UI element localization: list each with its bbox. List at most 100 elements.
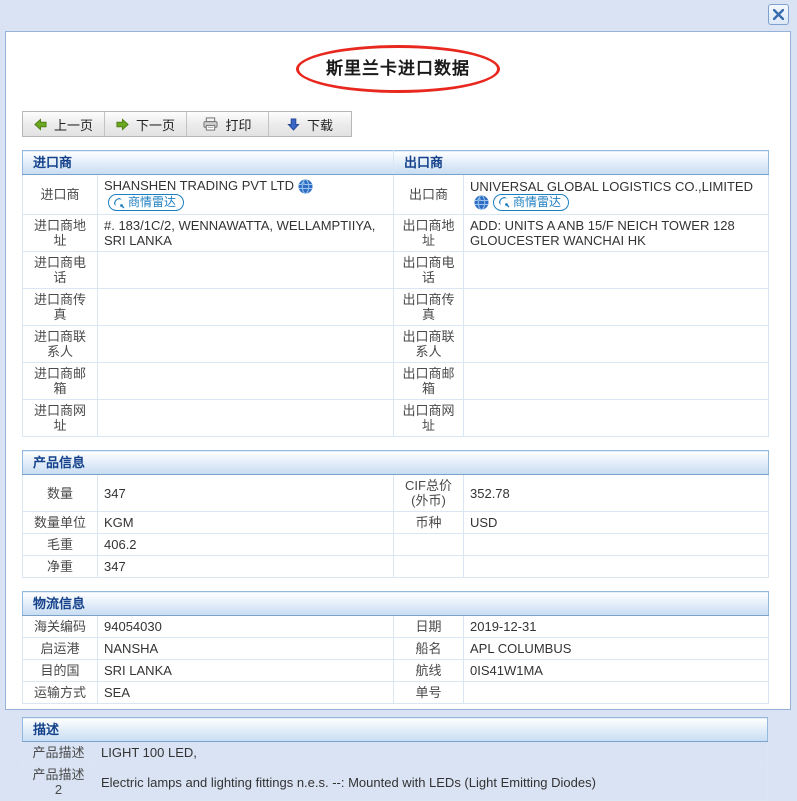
importer-fax bbox=[96, 288, 395, 327]
cif-total-value: 352.78 bbox=[462, 474, 770, 513]
importer-phone bbox=[96, 251, 395, 290]
description-section-header: 描述 bbox=[22, 717, 768, 743]
origin-port-label: 启运港 bbox=[22, 637, 98, 661]
radar-icon bbox=[114, 197, 125, 209]
route-value: 0IS41W1MA bbox=[462, 659, 770, 683]
exporter-name: UNIVERSAL GLOBAL LOGISTICS CO.,LIMITED bbox=[470, 178, 753, 194]
importer-contact bbox=[96, 325, 395, 364]
logistics-section-header: 物流信息 bbox=[22, 591, 769, 617]
route-label: 航线 bbox=[393, 659, 464, 683]
download-button[interactable]: 下载 bbox=[269, 112, 351, 136]
globe-icon[interactable] bbox=[474, 194, 489, 210]
bill-number-value bbox=[462, 681, 770, 705]
importer-name-cell: SHANSHEN TRADING PVT LTD 商情雷达 bbox=[96, 173, 395, 216]
toolbar: 上一页 下一页 打印 下载 bbox=[22, 111, 352, 137]
importer-address-label: 进口商地址 bbox=[22, 214, 98, 253]
date-value: 2019-12-31 bbox=[462, 615, 770, 639]
table-row: 净重 347 bbox=[22, 555, 770, 579]
exporter-phone-label: 出口商电话 bbox=[393, 251, 465, 290]
arrow-down-icon bbox=[287, 117, 300, 131]
importer-name: SHANSHEN TRADING PVT LTD bbox=[104, 178, 294, 193]
date-label: 日期 bbox=[393, 615, 464, 639]
detail-window: 斯里兰卡进口数据 上一页 下一页 打印 下载 进口商 出口商 进口商 SHANS… bbox=[5, 31, 791, 801]
printer-icon bbox=[203, 117, 218, 131]
table-row: 进口商网址 出口商网址 bbox=[22, 399, 770, 438]
product-info-table: 产品信息 数量 347 CIF总价(外币) 352.78 数量单位 KGM 币种… bbox=[22, 450, 770, 579]
radar-badge[interactable]: 商情雷达 bbox=[108, 194, 185, 212]
importer-phone-label: 进口商电话 bbox=[22, 251, 98, 290]
table-row: 产品描述 2 Electric lamps and lighting fitti… bbox=[22, 763, 768, 801]
gross-weight-label: 毛重 bbox=[22, 533, 98, 557]
print-label: 打印 bbox=[225, 117, 252, 133]
table-row: 进口商 SHANSHEN TRADING PVT LTD 商情雷达 出口商 UNI… bbox=[22, 173, 770, 216]
exporter-fax bbox=[463, 288, 770, 327]
prev-page-label: 上一页 bbox=[53, 117, 93, 133]
table-row: 进口商电话 出口商电话 bbox=[22, 251, 770, 290]
destination-country-value: SRI LANKA bbox=[97, 659, 394, 683]
arrow-left-icon bbox=[34, 117, 47, 131]
radar-badge-label: 商情雷达 bbox=[128, 195, 177, 210]
close-icon bbox=[773, 9, 784, 20]
exporter-name-label: 出口商 bbox=[393, 173, 465, 216]
print-button[interactable]: 打印 bbox=[187, 112, 269, 136]
radar-badge-label: 商情雷达 bbox=[513, 194, 562, 209]
hs-code-label: 海关编码 bbox=[22, 615, 98, 639]
hs-code-value: 94054030 bbox=[97, 615, 394, 639]
importer-section-header: 进口商 bbox=[22, 150, 394, 175]
radar-badge[interactable]: 商情雷达 bbox=[493, 193, 570, 211]
table-row: 进口商邮箱 出口商邮箱 bbox=[22, 362, 770, 401]
net-weight-label: 净重 bbox=[22, 555, 98, 579]
download-label: 下载 bbox=[306, 117, 333, 133]
next-page-label: 下一页 bbox=[135, 117, 175, 133]
vessel-value: APL COLUMBUS bbox=[462, 637, 770, 661]
close-button[interactable] bbox=[768, 4, 789, 25]
exporter-fax-label: 出口商传真 bbox=[393, 288, 465, 327]
quantity-unit-label: 数量单位 bbox=[22, 511, 98, 535]
prev-page-button[interactable]: 上一页 bbox=[23, 112, 105, 136]
exporter-contact-label: 出口商联系人 bbox=[393, 325, 465, 364]
logistics-table: 物流信息 海关编码 94054030 日期 2019-12-31 启运港 NAN… bbox=[22, 591, 770, 705]
table-row: 运输方式 SEA 单号 bbox=[22, 681, 770, 705]
empty-value bbox=[462, 533, 770, 557]
globe-icon[interactable] bbox=[298, 179, 313, 195]
exporter-website bbox=[463, 399, 770, 438]
origin-port-value: NANSHA bbox=[97, 637, 394, 661]
empty-label bbox=[393, 533, 464, 557]
quantity-unit-value: KGM bbox=[97, 511, 394, 535]
quantity-label: 数量 bbox=[22, 474, 98, 513]
table-row: 数量 347 CIF总价(外币) 352.78 bbox=[22, 474, 770, 513]
table-row: 产品描述 LIGHT 100 LED, bbox=[22, 741, 768, 765]
page-title: 斯里兰卡进口数据 bbox=[296, 45, 500, 93]
product-section-header: 产品信息 bbox=[22, 450, 769, 476]
exporter-address-label: 出口商地址 bbox=[393, 214, 465, 253]
description-table: 描述 产品描述 LIGHT 100 LED, 产品描述 2 Electric l… bbox=[22, 717, 768, 801]
product-description2-value: Electric lamps and lighting fittings n.e… bbox=[94, 763, 768, 801]
currency-label: 币种 bbox=[393, 511, 464, 535]
radar-icon bbox=[499, 197, 510, 208]
empty-label bbox=[393, 555, 464, 579]
table-row: 进口商传真 出口商传真 bbox=[22, 288, 770, 327]
net-weight-value: 347 bbox=[97, 555, 394, 579]
exporter-phone bbox=[463, 251, 770, 290]
product-description2-label: 产品描述 2 bbox=[22, 763, 95, 801]
exporter-email bbox=[463, 362, 770, 401]
quantity-value: 347 bbox=[97, 474, 394, 513]
exporter-contact bbox=[463, 325, 770, 364]
importer-email bbox=[96, 362, 395, 401]
transport-mode-label: 运输方式 bbox=[22, 681, 98, 705]
table-row: 进口商地址 #. 183/1C/2, WENNAWATTA, WELLAMPTI… bbox=[22, 214, 770, 253]
exporter-name-cell: UNIVERSAL GLOBAL LOGISTICS CO.,LIMITED 商情… bbox=[463, 173, 770, 216]
table-row: 数量单位 KGM 币种 USD bbox=[22, 511, 770, 535]
importer-contact-label: 进口商联系人 bbox=[22, 325, 98, 364]
arrow-right-icon bbox=[116, 117, 129, 131]
product-description-value: LIGHT 100 LED, bbox=[94, 741, 768, 765]
title-area: 斯里兰卡进口数据 bbox=[6, 45, 790, 93]
importer-website-label: 进口商网址 bbox=[22, 399, 98, 438]
importer-website bbox=[96, 399, 395, 438]
next-page-button[interactable]: 下一页 bbox=[105, 112, 187, 136]
parties-table: 进口商 出口商 进口商 SHANSHEN TRADING PVT LTD 商情雷达… bbox=[22, 150, 770, 438]
importer-fax-label: 进口商传真 bbox=[22, 288, 98, 327]
importer-name-label: 进口商 bbox=[22, 173, 98, 216]
table-row: 毛重 406.2 bbox=[22, 533, 770, 557]
destination-country-label: 目的国 bbox=[22, 659, 98, 683]
